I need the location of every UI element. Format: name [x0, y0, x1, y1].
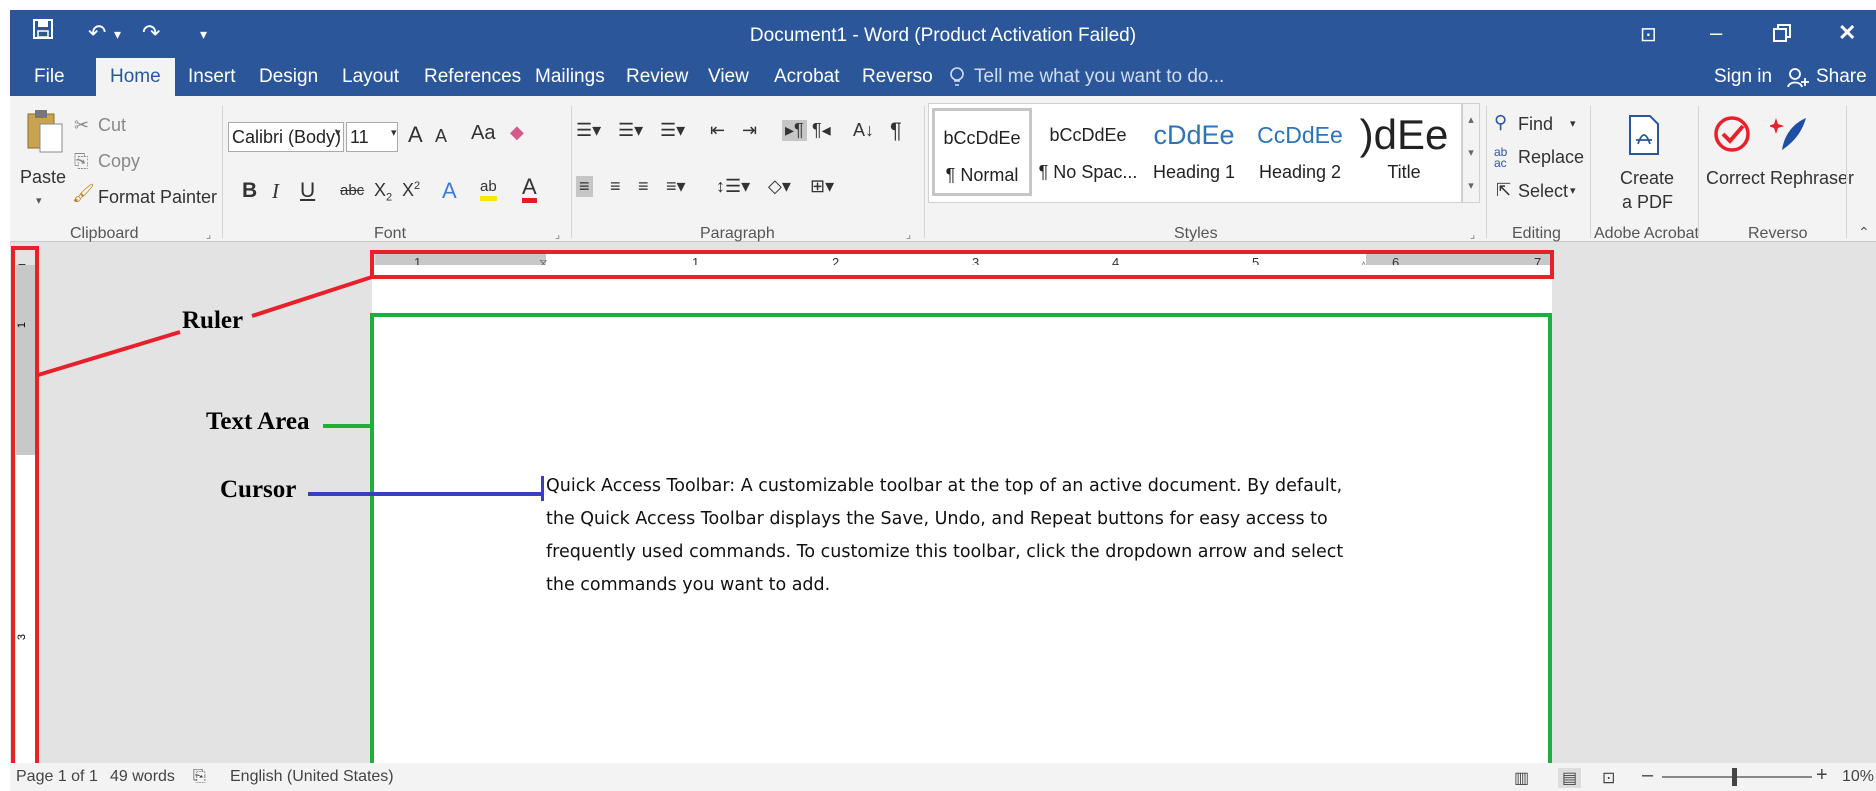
- print-layout-icon[interactable]: ▤: [1558, 768, 1582, 788]
- vertical-ruler-highlight-box: [11, 246, 39, 768]
- zoom-level[interactable]: 10%: [1842, 768, 1874, 786]
- language-status[interactable]: English (United States): [230, 768, 394, 786]
- web-layout-icon[interactable]: ⊡: [1602, 768, 1615, 788]
- zoom-out-button[interactable]: –: [1642, 764, 1653, 787]
- proofing-icon[interactable]: ⎘: [193, 768, 206, 786]
- zoom-in-button[interactable]: +: [1816, 764, 1828, 787]
- zoom-slider-track[interactable]: [1662, 776, 1812, 778]
- ruler-pointer-line: [251, 275, 373, 318]
- status-bar: Page 1 of 1 49 words ⎘ English (United S…: [10, 763, 1876, 791]
- word-count[interactable]: 49 words: [110, 768, 175, 786]
- zoom-slider-thumb[interactable]: [1732, 768, 1737, 786]
- ruler-highlight-box: [370, 250, 1554, 279]
- annotation-ruler-label: Ruler: [182, 307, 244, 334]
- annotation-overlay: [11, 246, 1554, 768]
- read-mode-icon[interactable]: ▥: [1514, 768, 1529, 788]
- text-area-highlight-box: [370, 313, 1552, 767]
- annotation-text-area-label: Text Area: [206, 408, 310, 435]
- ruler-pointer-line: [37, 330, 181, 377]
- word-window: ↶ ▾ ↷ ▾ Document1 - Word (Product Activa…: [10, 10, 1876, 791]
- annotation-cursor-label: Cursor: [220, 476, 297, 503]
- page-count[interactable]: Page 1 of 1: [16, 768, 98, 786]
